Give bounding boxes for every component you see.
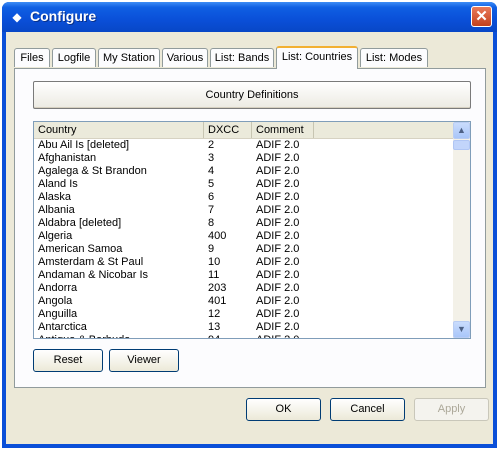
list-header: Country DXCC Comment xyxy=(34,122,454,139)
country-cell: Algeria xyxy=(38,230,73,242)
comment-cell: ADIF 2.0 xyxy=(256,152,300,164)
dxcc-cell: 401 xyxy=(208,295,227,307)
tab-files[interactable]: Files xyxy=(14,48,50,67)
country-cell: Antigua & Barbuda xyxy=(38,334,130,338)
title-bar[interactable]: ◆ Configure ✕ xyxy=(2,2,497,32)
dxcc-cell: 7 xyxy=(208,204,215,216)
country-cell: Aland Is xyxy=(38,178,78,190)
scrollbar-thumb[interactable] xyxy=(453,140,470,150)
list-item[interactable]: Andaman & Nicobar Is 11 ADIF 2.0 xyxy=(34,269,454,282)
list-item[interactable]: Aldabra [deleted] 8 ADIF 2.0 xyxy=(34,217,454,230)
list-item[interactable]: Alaska 6 ADIF 2.0 xyxy=(34,191,454,204)
list-item[interactable]: Abu Ail Is [deleted] 2 ADIF 2.0 xyxy=(34,139,454,152)
country-cell: Aldabra [deleted] xyxy=(38,217,122,229)
list-item[interactable]: American Samoa 9 ADIF 2.0 xyxy=(34,243,454,256)
list-item[interactable]: Amsterdam & St Paul 10 ADIF 2.0 xyxy=(34,256,454,269)
comment-cell: ADIF 2.0 xyxy=(256,295,300,307)
country-cell: Andaman & Nicobar Is xyxy=(38,269,149,281)
country-cell: Albania xyxy=(38,204,75,216)
comment-cell: ADIF 2.0 xyxy=(256,230,300,242)
comment-cell: ADIF 2.0 xyxy=(256,178,300,190)
country-cell: Angola xyxy=(38,295,73,307)
tab-various[interactable]: Various xyxy=(162,48,208,67)
scroll-up-button[interactable]: ▲ xyxy=(453,122,470,139)
comment-cell: ADIF 2.0 xyxy=(256,217,300,229)
list-item[interactable]: Aland Is 5 ADIF 2.0 xyxy=(34,178,454,191)
configure-window: ◆ Configure ✕ Files Logfile My Station V… xyxy=(2,2,497,448)
window-title: Configure xyxy=(30,8,97,24)
dxcc-cell: 13 xyxy=(208,321,221,333)
country-cell: Afghanistan xyxy=(38,152,97,164)
reset-button[interactable]: Reset xyxy=(33,349,103,372)
country-cell: American Samoa xyxy=(38,243,123,255)
list-item[interactable]: Anguilla 12 ADIF 2.0 xyxy=(34,308,454,321)
tab-list-modes[interactable]: List: Modes xyxy=(360,48,428,67)
list-item[interactable]: Antarctica 13 ADIF 2.0 xyxy=(34,321,454,334)
tab-logfile[interactable]: Logfile xyxy=(52,48,96,67)
dxcc-cell: 400 xyxy=(208,230,227,242)
countries-tab-panel: Country Definitions Country DXCC Comment… xyxy=(14,68,486,388)
column-header-country[interactable]: Country xyxy=(34,122,204,138)
dxcc-cell: 12 xyxy=(208,308,221,320)
comment-cell: ADIF 2.0 xyxy=(256,256,300,268)
dxcc-cell: 4 xyxy=(208,165,215,177)
tab-list-bands[interactable]: List: Bands xyxy=(210,48,274,67)
list-item[interactable]: Agalega & St Brandon 4 ADIF 2.0 xyxy=(34,165,454,178)
chevron-up-icon: ▲ xyxy=(457,125,466,135)
list-item[interactable]: Afghanistan 3 ADIF 2.0 xyxy=(34,152,454,165)
dxcc-cell: 203 xyxy=(208,282,227,294)
country-cell: Alaska xyxy=(38,191,72,203)
country-cell: Andorra xyxy=(38,282,78,294)
close-button[interactable]: ✕ xyxy=(471,6,492,27)
comment-cell: ADIF 2.0 xyxy=(256,139,300,151)
chevron-down-icon: ▼ xyxy=(457,324,466,334)
dxcc-cell: 94 xyxy=(208,334,220,338)
comment-cell: ADIF 2.0 xyxy=(256,321,300,333)
list-item[interactable]: Antigua & Barbuda 94 ADIF 2.0 xyxy=(34,334,454,338)
close-icon: ✕ xyxy=(475,8,488,25)
dialog-body: Files Logfile My Station Various List: B… xyxy=(6,32,493,444)
country-cell: Agalega & St Brandon xyxy=(38,165,147,177)
tab-my-station[interactable]: My Station xyxy=(98,48,160,67)
comment-cell: ADIF 2.0 xyxy=(256,269,300,281)
country-cell: Amsterdam & St Paul xyxy=(38,256,144,268)
list-item[interactable]: Angola 401 ADIF 2.0 xyxy=(34,295,454,308)
country-cell: Anguilla xyxy=(38,308,78,320)
comment-cell: ADIF 2.0 xyxy=(256,334,299,338)
column-header-dxcc[interactable]: DXCC xyxy=(204,122,252,138)
comment-cell: ADIF 2.0 xyxy=(256,165,300,177)
vertical-scrollbar[interactable]: ▲ ▼ xyxy=(453,122,470,338)
comment-cell: ADIF 2.0 xyxy=(256,204,300,216)
column-header-comment[interactable]: Comment xyxy=(252,122,314,138)
country-cell: Antarctica xyxy=(38,321,87,333)
comment-cell: ADIF 2.0 xyxy=(256,243,300,255)
apply-button[interactable]: Apply xyxy=(414,398,489,421)
countries-list[interactable]: Country DXCC Comment Abu Ail Is [deleted… xyxy=(33,121,471,339)
dxcc-cell: 6 xyxy=(208,191,215,203)
list-item[interactable]: Albania 7 ADIF 2.0 xyxy=(34,204,454,217)
ok-button[interactable]: OK xyxy=(246,398,321,421)
list-item[interactable]: Andorra 203 ADIF 2.0 xyxy=(34,282,454,295)
dxcc-cell: 3 xyxy=(208,152,215,164)
viewer-button[interactable]: Viewer xyxy=(109,349,179,372)
dxcc-cell: 10 xyxy=(208,256,221,268)
dxcc-cell: 5 xyxy=(208,178,215,190)
comment-cell: ADIF 2.0 xyxy=(256,282,300,294)
cancel-button[interactable]: Cancel xyxy=(330,398,405,421)
comment-cell: ADIF 2.0 xyxy=(256,308,300,320)
dxcc-cell: 8 xyxy=(208,217,215,229)
app-icon: ◆ xyxy=(12,10,22,24)
comment-cell: ADIF 2.0 xyxy=(256,191,300,203)
list-rows: Abu Ail Is [deleted] 2 ADIF 2.0 Afghanistan… xyxy=(34,139,454,338)
dxcc-cell: 9 xyxy=(208,243,215,255)
tab-list-countries[interactable]: List: Countries xyxy=(276,46,358,69)
country-cell: Abu Ail Is [deleted] xyxy=(38,139,130,151)
scroll-down-button[interactable]: ▼ xyxy=(453,321,470,338)
dxcc-cell: 2 xyxy=(208,139,215,151)
list-item[interactable]: Algeria 400 ADIF 2.0 xyxy=(34,230,454,243)
country-definitions-button[interactable]: Country Definitions xyxy=(33,81,471,109)
dxcc-cell: 11 xyxy=(208,269,220,281)
